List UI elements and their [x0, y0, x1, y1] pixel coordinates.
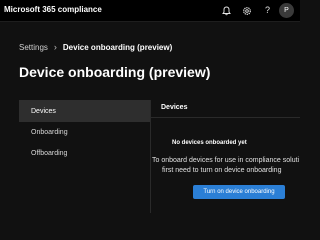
empty-state-description: To onboard devices for use in compliance… — [152, 156, 300, 176]
nav-item-devices[interactable]: Devices — [19, 100, 150, 122]
help-icon[interactable]: ? — [261, 4, 274, 17]
nav-item-label: Offboarding — [31, 149, 68, 157]
left-nav: Devices Onboarding Offboarding — [19, 100, 150, 213]
page-title: Device onboarding (preview) — [19, 64, 211, 80]
app-title[interactable]: Microsoft 365 compliance — [4, 5, 102, 14]
nav-item-offboarding[interactable]: Offboarding — [19, 142, 150, 164]
nav-item-label: Devices — [31, 107, 56, 115]
breadcrumb-settings-link[interactable]: Settings — [19, 43, 48, 52]
top-bar: Microsoft 365 compliance ? P — [0, 0, 300, 22]
gear-icon[interactable] — [240, 4, 253, 17]
empty-state-line-1: To onboard devices for use in compliance… — [152, 157, 300, 164]
turn-on-device-onboarding-button[interactable]: Turn on device onboarding — [193, 185, 285, 199]
empty-state-line-2: first need to turn on device onboarding — [162, 167, 282, 174]
nav-item-label: Onboarding — [31, 128, 68, 136]
empty-state-title: No devices onboarded yet — [172, 140, 247, 146]
content-title: Devices — [161, 104, 188, 111]
avatar[interactable]: P — [279, 3, 294, 18]
nav-item-onboarding[interactable]: Onboarding — [19, 121, 150, 143]
bell-icon[interactable] — [220, 4, 233, 17]
breadcrumb-separator: › — [53, 42, 57, 52]
content-header: Devices — [151, 100, 300, 118]
breadcrumb: Settings › Device onboarding (preview) — [19, 42, 172, 52]
breadcrumb-current: Device onboarding (preview) — [62, 42, 173, 52]
